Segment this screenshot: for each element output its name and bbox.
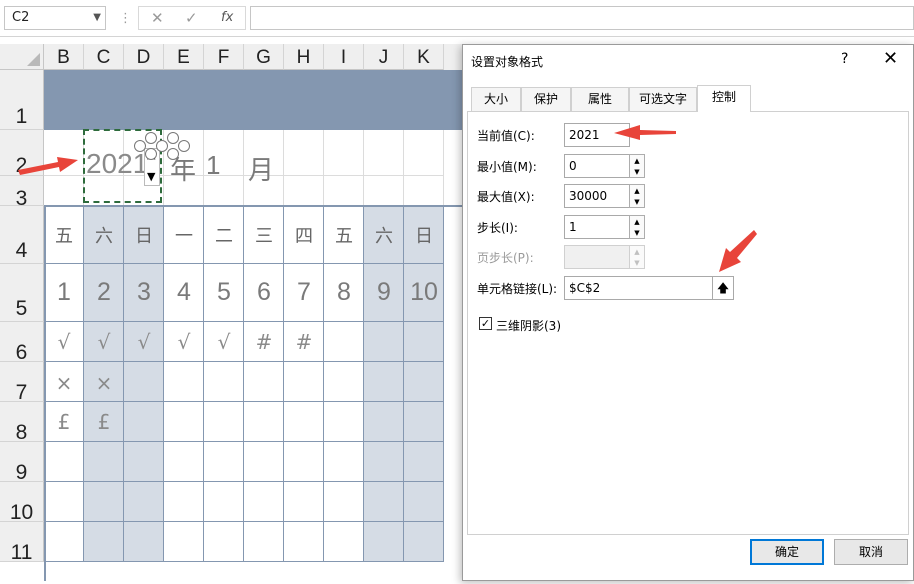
tab-control[interactable]: 控制 [697, 85, 751, 112]
annotation-arrow [719, 230, 757, 272]
annotation-arrow [614, 125, 676, 140]
annotation-arrows [18, 125, 757, 272]
annotation-arrow [18, 157, 78, 175]
